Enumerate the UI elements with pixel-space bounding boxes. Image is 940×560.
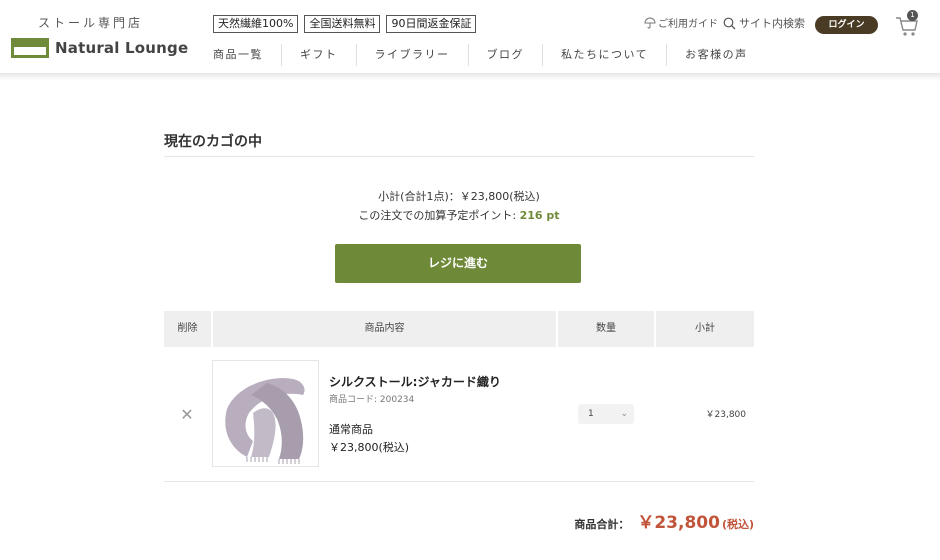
cart-subtotal-summary: 小計(合計1点)：￥23,800(税込) [378,190,540,203]
scarf-image [225,378,305,464]
search-icon [723,17,736,29]
guide-label: ご利用ガイド [658,19,718,30]
cart-total: 商品合計： ￥23,800 (税込) [574,508,754,533]
product-thumbnail[interactable] [212,360,319,467]
umbrella-icon [644,17,656,28]
cart-count-badge: 1 [907,10,918,21]
nav-item-library[interactable]: ライブラリー [357,44,469,66]
header-divider [0,73,940,81]
column-header-item: 商品内容 [213,311,556,347]
logo-text: Natural Lounge [55,39,189,57]
guide-link[interactable]: ご利用ガイド [644,15,718,30]
badge-natural-fiber: 天然繊維100% [213,15,299,33]
page-title: 現在のカゴの中 [164,134,262,150]
row-divider [164,481,754,482]
product-price: ￥23,800(税込) [329,441,410,454]
feature-badges: 天然繊維100% 全国送料無料 90日間返金保証 [213,15,477,33]
tagline: ストール専門店 [38,16,144,30]
logo-mark-icon [11,38,49,58]
column-header-quantity: 数量 [558,311,654,347]
close-icon[interactable]: ✕ [178,406,196,424]
points-value: 216 pt [519,209,560,222]
main-nav: 商品一覧 ギフト ライブラリー ブログ 私たちについて お客様の声 [195,44,766,66]
quantity-select[interactable]: 1 ⌄ [578,404,634,424]
product-name[interactable]: シルクストール:ジャカード織り [329,373,501,390]
site-search-link[interactable]: サイト内検索 [723,15,805,31]
nav-item-reviews[interactable]: お客様の声 [667,44,766,66]
login-button[interactable]: ログイン [815,16,878,34]
checkout-button[interactable]: レジに進む [335,244,581,283]
nav-item-blog[interactable]: ブログ [469,44,543,66]
nav-item-about[interactable]: 私たちについて [543,44,668,66]
nav-item-gift[interactable]: ギフト [282,44,357,66]
nav-item-products[interactable]: 商品一覧 [195,44,282,66]
row-subtotal: ￥23,800 [705,410,747,420]
points-summary: この注文での加算予定ポイント: 216 pt [164,207,754,223]
total-tax-note: (税込) [721,518,754,531]
product-code: 商品コード: 200234 [329,395,415,405]
quantity-value: 1 [588,409,594,419]
badge-refund: 90日間返金保証 [386,15,477,33]
site-logo[interactable]: Natural Lounge [11,38,188,58]
title-divider [164,156,754,157]
chevron-down-icon: ⌄ [620,409,628,419]
site-header: ストール専門店 Natural Lounge 天然繊維100% 全国送料無料 9… [0,0,940,76]
column-header-delete: 削除 [164,311,211,347]
product-type: 通常商品 [329,423,373,436]
column-header-subtotal: 小計 [656,311,754,347]
points-label: この注文での加算予定ポイント: [358,209,520,222]
search-label: サイト内検索 [739,17,805,30]
badge-free-shipping: 全国送料無料 [304,15,381,33]
total-value: ￥23,800 [637,513,720,533]
total-label: 商品合計： [574,518,630,531]
